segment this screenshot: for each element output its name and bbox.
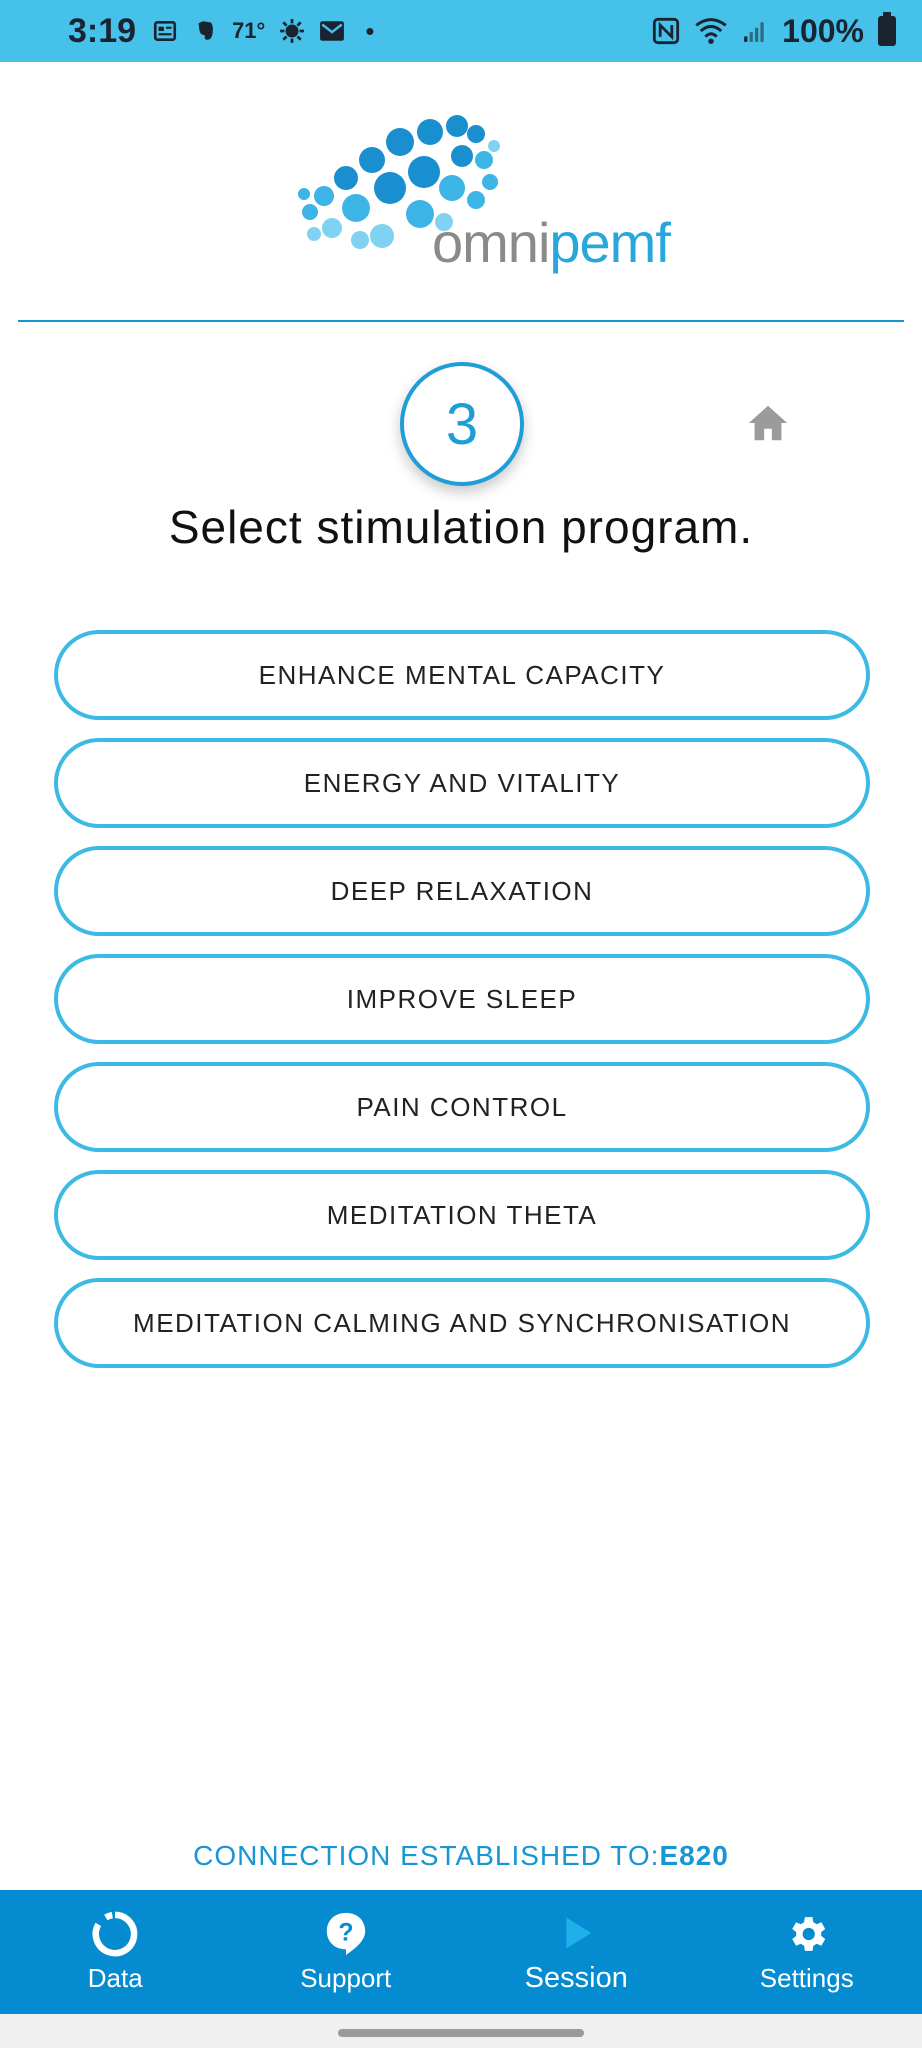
home-gesture-bar[interactable] xyxy=(338,2029,584,2037)
help-icon: ? xyxy=(326,1912,365,1955)
nav-label-support: Support xyxy=(300,1962,392,1993)
program-button-energy-and-vitality[interactable]: ENERGY AND VITALITY xyxy=(54,738,870,828)
wifi-icon xyxy=(695,18,727,44)
status-notification-icons: 71° • xyxy=(152,16,374,47)
program-list: ENHANCE MENTAL CAPACITY ENERGY AND VITAL… xyxy=(54,630,870,1386)
app-logo: omnipemf xyxy=(290,112,671,282)
step-number: 3 xyxy=(445,391,479,457)
home-icon[interactable] xyxy=(744,400,792,446)
logo-wordmark: omnipemf xyxy=(432,210,671,275)
nfc-icon xyxy=(653,17,680,45)
play-icon xyxy=(566,1917,592,1948)
gmail-icon xyxy=(320,21,345,41)
nav-label-data: Data xyxy=(87,1962,143,1993)
connection-status: CONNECTION ESTABLISHED TO:E820 xyxy=(0,1840,922,1872)
bottom-navigation: Data ? Support Session Settings xyxy=(0,1890,922,2014)
status-battery-percent: 100% xyxy=(782,12,864,49)
nav-item-session[interactable]: Session xyxy=(461,1890,692,2014)
nav-item-support[interactable]: ? Support xyxy=(231,1890,462,2014)
system-gesture-area xyxy=(0,2014,922,2048)
status-temperature: 71° xyxy=(232,18,266,43)
data-ring-icon xyxy=(92,1911,138,1956)
battery-icon xyxy=(878,12,896,46)
nav-label-settings: Settings xyxy=(759,1962,854,1993)
more-notifications-dot-icon: • xyxy=(365,15,375,46)
connection-prefix: CONNECTION ESTABLISHED TO: xyxy=(193,1840,660,1871)
program-button-pain-control[interactable]: PAIN CONTROL xyxy=(54,1062,870,1152)
header-divider xyxy=(18,320,904,322)
logo-word-omni: omni xyxy=(432,211,550,274)
gear-icon xyxy=(791,1916,825,1951)
nav-label-session: Session xyxy=(524,1961,628,1994)
status-system-icons: 100% xyxy=(652,12,896,50)
evernote-icon xyxy=(198,21,213,40)
nav-item-data[interactable]: Data xyxy=(0,1890,231,2014)
news-icon xyxy=(154,21,177,41)
status-time: 3:19 xyxy=(68,11,137,50)
page-title: Select stimulation program. xyxy=(168,501,754,553)
weather-sun-icon xyxy=(280,19,305,43)
step-indicator: 3 xyxy=(400,362,524,486)
program-button-improve-sleep[interactable]: IMPROVE SLEEP xyxy=(54,954,870,1044)
status-bar: 3:19 71° • 100% xyxy=(0,0,922,62)
program-button-enhance-mental-capacity[interactable]: ENHANCE MENTAL CAPACITY xyxy=(54,630,870,720)
program-button-meditation-calming[interactable]: MEDITATION CALMING AND SYNCHRONISATION xyxy=(54,1278,870,1368)
program-button-meditation-theta[interactable]: MEDITATION THETA xyxy=(54,1170,870,1260)
svg-text:?: ? xyxy=(338,1918,353,1946)
signal-icon xyxy=(744,22,764,42)
connection-device-id: E820 xyxy=(659,1840,729,1871)
nav-item-settings[interactable]: Settings xyxy=(692,1890,922,2014)
logo-word-pemf: pemf xyxy=(549,211,670,274)
program-button-deep-relaxation[interactable]: DEEP RELAXATION xyxy=(54,846,870,936)
